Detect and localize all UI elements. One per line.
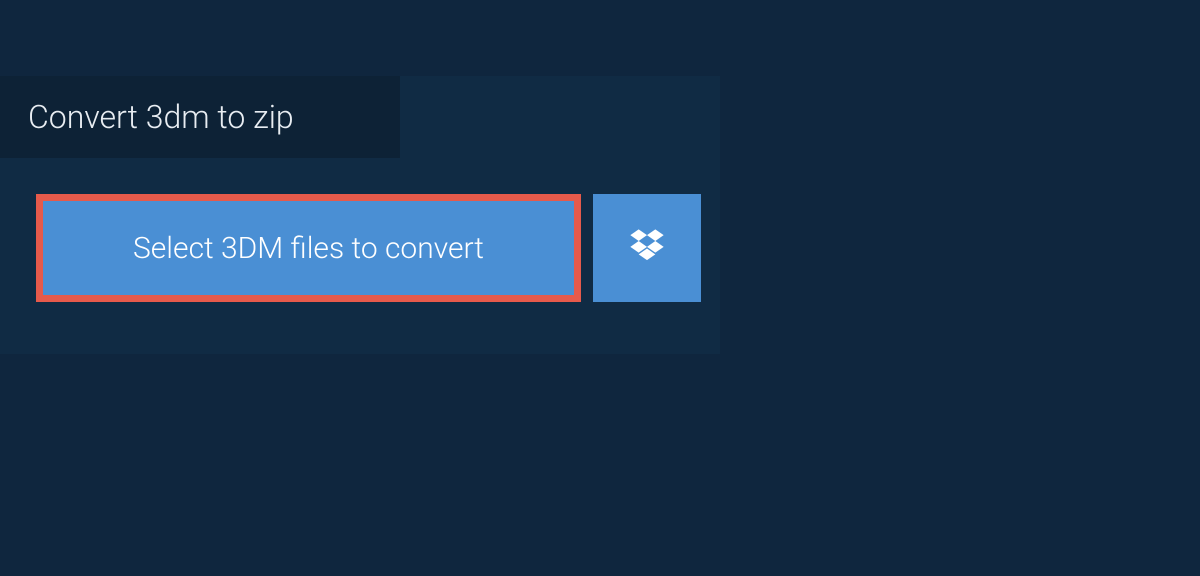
action-row: Select 3DM files to convert (0, 158, 720, 302)
dropbox-icon (627, 226, 667, 270)
dropbox-button[interactable] (593, 194, 701, 302)
select-files-button[interactable]: Select 3DM files to convert (36, 194, 581, 302)
converter-card: Convert 3dm to zip Select 3DM files to c… (0, 76, 720, 354)
select-files-label: Select 3DM files to convert (133, 231, 484, 266)
page-title: Convert 3dm to zip (0, 76, 400, 158)
